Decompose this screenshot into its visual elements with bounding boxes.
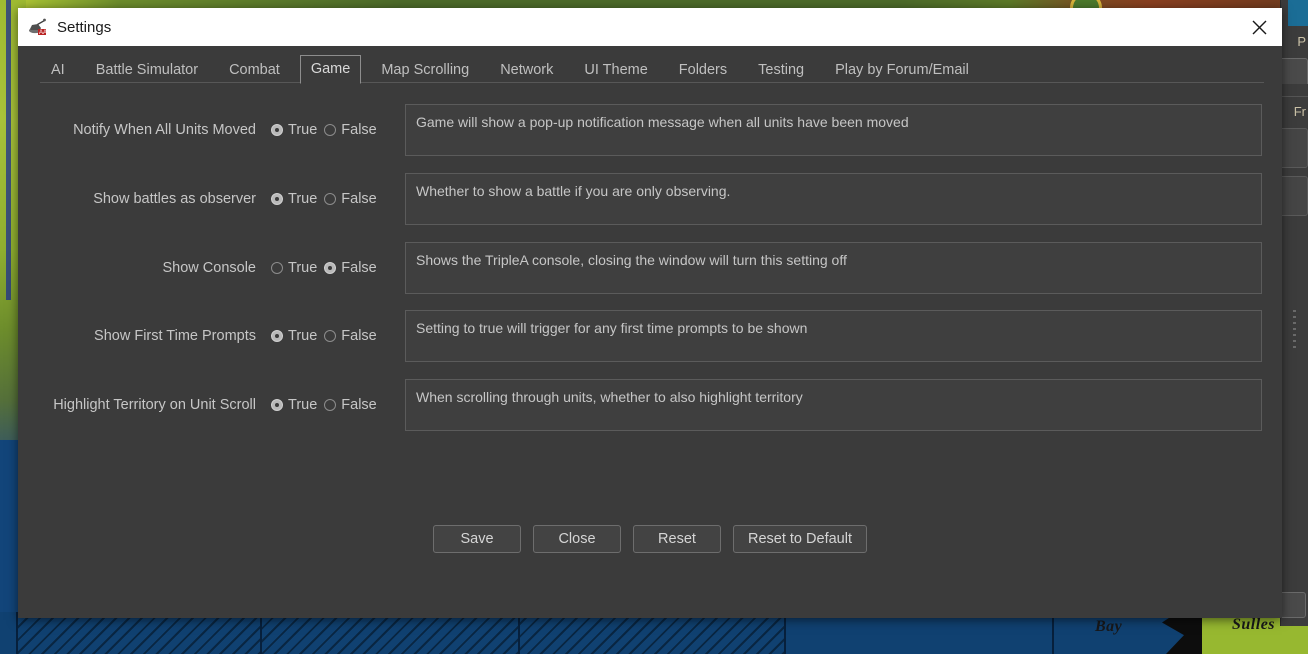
setting-description: Setting to true will trigger for any fir… <box>405 310 1262 362</box>
radio-false-label: False <box>341 191 377 207</box>
side-panel-box[interactable] <box>1278 128 1308 168</box>
setting-description: Shows the TripleA console, closing the w… <box>405 242 1262 294</box>
radio-true[interactable]: True <box>271 328 317 344</box>
side-panel-grip-handle[interactable] <box>1293 310 1296 348</box>
radio-false[interactable]: False <box>324 328 377 344</box>
setting-row-show-first-time-prompts: Show First Time Prompts True False Setti… <box>18 307 1282 365</box>
tab-ui-theme[interactable]: UI Theme <box>573 56 658 84</box>
setting-description: When scrolling through units, whether to… <box>405 379 1262 431</box>
side-panel-partial-label-fr: Fr <box>1293 104 1306 119</box>
radio-true-label: True <box>288 122 318 138</box>
radio-true-label: True <box>288 397 318 413</box>
sea-zone <box>262 612 520 654</box>
radio-dot-icon <box>324 262 337 274</box>
radio-true[interactable]: True <box>271 122 317 138</box>
save-button[interactable]: Save <box>433 525 521 553</box>
radio-false[interactable]: False <box>324 260 377 276</box>
setting-row-show-console: Show Console True False Shows the Triple… <box>18 239 1282 297</box>
tab-folders[interactable]: Folders <box>668 56 738 84</box>
tab-ai[interactable]: AI <box>40 56 76 84</box>
setting-label: Show battles as observer <box>93 191 256 207</box>
radio-group-show-console: True False <box>271 260 393 276</box>
setting-label: Highlight Territory on Unit Scroll <box>53 397 256 413</box>
radio-false-label: False <box>341 260 377 276</box>
sea-zone <box>0 612 18 654</box>
tab-game[interactable]: Game <box>299 55 362 84</box>
map-label-bay: Bay <box>1095 618 1123 635</box>
radio-true[interactable]: True <box>271 260 317 276</box>
radio-dot-icon <box>324 330 337 342</box>
radio-group-highlight-territory-on-unit-scroll: True False <box>271 397 393 413</box>
radio-false[interactable]: False <box>324 397 377 413</box>
background-panel-header <box>1288 0 1308 26</box>
window-title: Settings <box>57 18 112 36</box>
sea-zone <box>786 612 1054 654</box>
tab-map-scrolling[interactable]: Map Scrolling <box>370 56 480 84</box>
radio-dot-icon <box>271 399 283 411</box>
reset-to-default-button[interactable]: Reset to Default <box>733 525 867 553</box>
background-side-panel: P Fr <box>1276 0 1308 626</box>
radio-true[interactable]: True <box>271 397 317 413</box>
radio-group-show-battles-as-observer: True False <box>271 191 393 207</box>
radio-false-label: False <box>341 328 377 344</box>
radio-true-label: True <box>288 260 318 276</box>
close-dialog-button[interactable]: Close <box>533 525 621 553</box>
tab-network[interactable]: Network <box>489 56 564 84</box>
radio-dot-icon <box>324 399 337 411</box>
side-panel-partial-label-p: P <box>1297 34 1306 49</box>
setting-row-highlight-territory-on-unit-scroll: Highlight Territory on Unit Scroll True … <box>18 376 1282 434</box>
radio-group-show-first-time-prompts: True False <box>271 328 393 344</box>
radio-group-notify-when-all-units-moved: True False <box>271 122 393 138</box>
setting-label: Show Console <box>162 260 257 276</box>
radio-true-label: True <box>288 191 318 207</box>
reset-button[interactable]: Reset <box>633 525 721 553</box>
sea-zone <box>520 612 786 654</box>
radio-dot-icon <box>271 330 283 342</box>
radio-true-label: True <box>288 328 318 344</box>
svg-text:AA: AA <box>39 30 47 36</box>
setting-description: Whether to show a battle if you are only… <box>405 173 1262 225</box>
triplea-logo-icon: AA <box>28 17 48 37</box>
settings-dialog: AA Settings AI Battle Simulator Combat G… <box>18 8 1282 618</box>
setting-description: Game will show a pop-up notification mes… <box>405 104 1262 156</box>
tab-combat[interactable]: Combat <box>218 56 291 84</box>
radio-dot-icon <box>271 262 283 274</box>
setting-row-show-battles-as-observer: Show battles as observer True False Whet… <box>18 170 1282 228</box>
close-icon[interactable] <box>1236 8 1282 46</box>
radio-false-label: False <box>341 397 377 413</box>
radio-dot-icon <box>271 193 283 205</box>
tab-battle-simulator[interactable]: Battle Simulator <box>85 56 209 84</box>
setting-row-notify-when-all-units-moved: Notify When All Units Moved True False G… <box>18 101 1282 159</box>
side-panel-tab[interactable] <box>1278 58 1308 84</box>
settings-tab-bar: AI Battle Simulator Combat Game Map Scro… <box>18 46 1282 84</box>
side-panel-divider <box>1280 96 1308 97</box>
radio-dot-icon <box>324 193 337 205</box>
radio-true[interactable]: True <box>271 191 317 207</box>
radio-false-label: False <box>341 122 377 138</box>
radio-dot-icon <box>324 124 337 136</box>
setting-label: Notify When All Units Moved <box>73 122 256 138</box>
settings-content-panel: Notify When All Units Moved True False G… <box>18 83 1282 581</box>
sea-zone <box>18 612 262 654</box>
radio-false[interactable]: False <box>324 122 377 138</box>
dialog-button-bar: Save Close Reset Reset to Default <box>18 511 1282 581</box>
tab-testing[interactable]: Testing <box>747 56 815 84</box>
map-label-sulles: Sulles <box>1232 616 1276 633</box>
radio-dot-icon <box>271 124 283 136</box>
title-bar: AA Settings <box>18 8 1282 46</box>
side-panel-box[interactable] <box>1278 176 1308 216</box>
setting-label: Show First Time Prompts <box>94 328 256 344</box>
tab-play-by-forum-email[interactable]: Play by Forum/Email <box>824 56 980 84</box>
radio-false[interactable]: False <box>324 191 377 207</box>
